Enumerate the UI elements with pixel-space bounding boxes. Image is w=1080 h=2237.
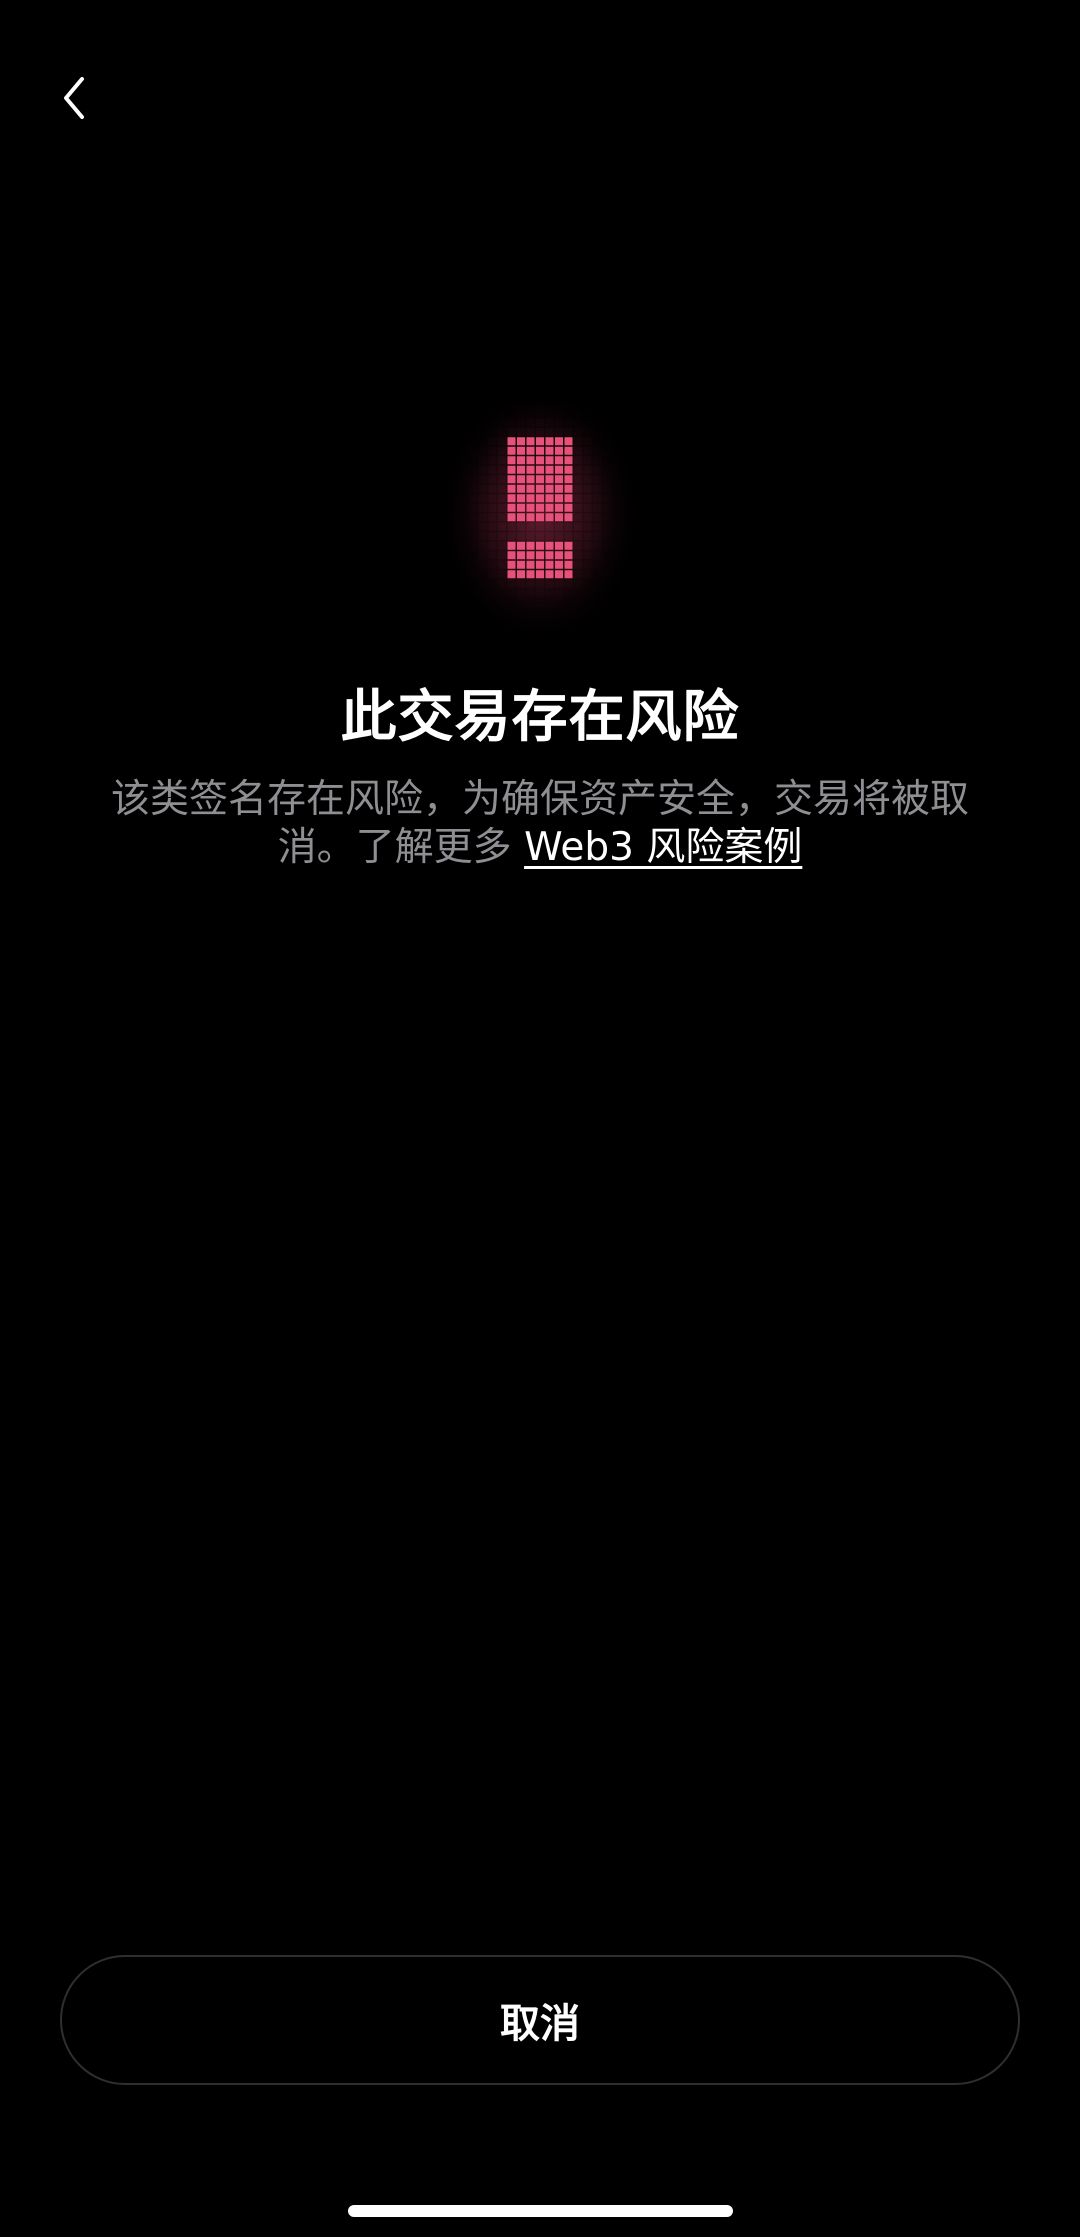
home-indicator bbox=[348, 2205, 733, 2217]
exclamation-pixel-icon bbox=[445, 400, 635, 640]
chevron-left-icon bbox=[60, 73, 90, 127]
cancel-button[interactable]: 取消 bbox=[60, 1955, 1020, 2085]
web3-risk-cases-link[interactable]: Web3 风险案例 bbox=[524, 825, 802, 870]
back-button[interactable] bbox=[60, 62, 120, 138]
page-title: 此交易存在风险 bbox=[340, 685, 740, 750]
risk-description: 该类签名存在风险，为确保资产安全，交易将被取消。了解更多 Web3 风险案例 bbox=[90, 776, 990, 872]
